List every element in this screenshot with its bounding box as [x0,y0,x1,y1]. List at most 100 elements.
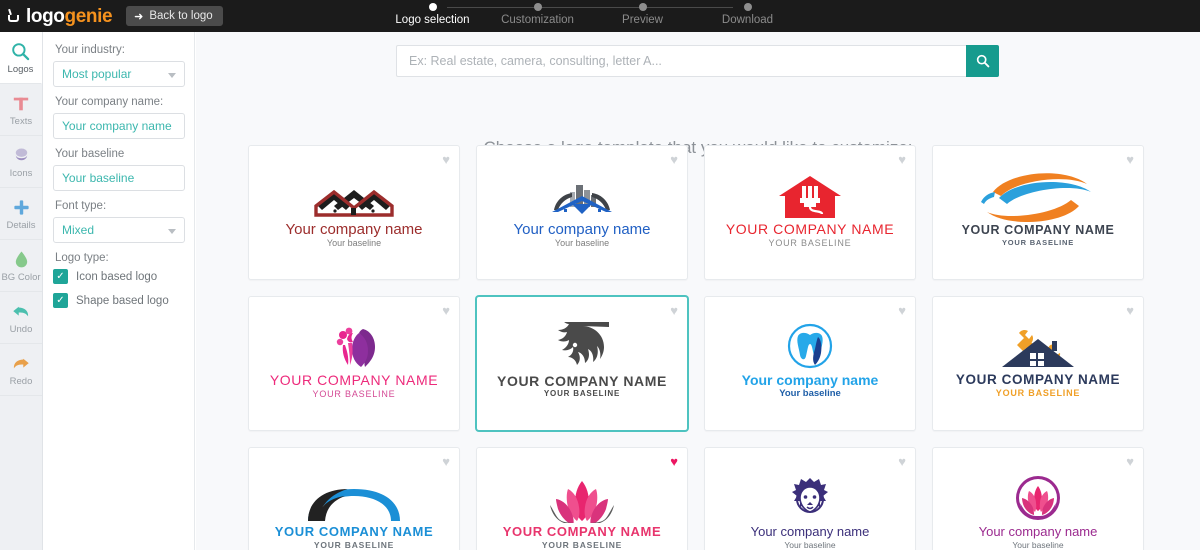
rail-item-label: Icons [9,167,33,179]
logo-template-card[interactable]: ♥ YOUR COMPANY NAME YOUR BASELINE [248,296,460,431]
font-type-label: Font type: [55,200,107,212]
rail-item-label: Logos [7,63,34,75]
baseline-value: Your baseline [62,171,135,185]
logo-preview: YOUR COMPANY NAME YOUR BASELINE [705,146,915,279]
rail-item-details[interactable]: Details [0,188,42,240]
search-icon [976,54,989,68]
rail-item-icons[interactable]: Icons [0,136,42,188]
logo-company-name: YOUR COMPANY NAME [269,372,439,389]
top-bar: logogenie ➜ Back to logo Logo selection … [0,0,1200,32]
logo-company-name: YOUR COMPANY NAME [502,523,662,539]
plus-icon [12,197,31,219]
company-name-value: Your company name [62,119,172,133]
step-logo-selection[interactable]: Logo selection [380,0,485,32]
rail-item-logos[interactable]: Logos [0,32,42,84]
logo-preview: YOUR COMPANY NAME YOUR BASELINE [477,448,687,550]
logo-company-name: Your company name [285,220,423,238]
logo-mark-lotus-hands-pink [542,475,622,523]
shapes-icon [12,145,31,167]
logo-type-checkbox-row[interactable]: ✓ Icon based logo [53,269,184,284]
logo-preview: YOUR COMPANY NAME YOUR BASELINE [477,297,687,430]
logo-template-card[interactable]: ♥ Your company name Your baseline [476,145,688,280]
logo-template-card[interactable]: ♥ YOUR COMPANY NAME YOUR BASELINE [476,447,688,550]
logo-baseline: Your baseline [779,388,841,400]
checkbox-checked[interactable]: ✓ [53,293,68,308]
search-button[interactable] [966,45,999,77]
logo-company-name: YOUR COMPANY NAME [274,523,434,539]
text-t-icon [12,93,30,115]
step-label: Download [721,14,774,26]
genie-lamp-icon [8,8,21,23]
back-to-logo-label: Back to logo [149,10,213,22]
logo-company-name: Your company name [978,523,1098,539]
logo-template-card[interactable]: ♥ YOUR COMPANY NAME YOUR BASELINE [704,145,916,280]
step-dot [638,3,647,11]
redo-arrow-icon [11,353,31,375]
logo-preview: YOUR COMPANY NAME YOUR BASELINE [933,297,1143,430]
logo-mark-swoosh-orange-blue [963,173,1113,222]
logo-mark-skyline-roof-blue [532,172,632,220]
rail-item-undo[interactable]: Undo [0,292,42,344]
options-sidebar: Your industry: Most popular Your company… [43,32,195,550]
rail-item-texts[interactable]: Texts [0,84,42,136]
logo-baseline: YOUR BASELINE [541,539,623,550]
logo-mark-lion-crown-purple [783,475,837,523]
logo-baseline: YOUR BASELINE [543,389,621,399]
logo-template-card[interactable]: ♥ YOUR COMPANY NAME YOUR BASELINE [476,296,688,431]
logo-type-label: Logo type: [55,252,109,264]
main-content: Choose a logo template that you would li… [196,32,1200,550]
logo-baseline: Your baseline [784,539,836,550]
logo-company-name: YOUR COMPANY NAME [497,372,667,389]
logo-company-name: Your company name [741,371,879,388]
logo-baseline: YOUR BASELINE [995,388,1081,399]
logo-mark-tooth-blue [780,323,840,371]
logo-template-card[interactable]: ♥ YOUR COMPANY NAME YOUR BASELINE [248,447,460,550]
step-label: Customization [501,14,574,26]
font-type-select[interactable]: Mixed [53,217,185,243]
company-name-label: Your company name: [55,96,164,108]
back-to-logo-button[interactable]: ➜ Back to logo [126,6,223,26]
logo-preview: Your company name Your baseline [933,448,1143,550]
progress-stepper: Logo selection Customization Preview Dow… [380,0,800,32]
logo-type-checkbox-row[interactable]: ✓ Shape based logo [53,293,184,308]
logo-template-card[interactable]: ♥ Your company name Your baseline [932,447,1144,550]
logo-template-card[interactable]: ♥ Your company name Your baseline [704,296,916,431]
undo-arrow-icon [11,301,31,323]
logo-template-card[interactable]: ♥ YOUR COMPANY NAME YOUR BASELINE [932,145,1144,280]
tool-rail: Logos Texts Icons Details BG Color Undo … [0,32,43,550]
baseline-input[interactable]: Your baseline [53,165,185,191]
company-name-input[interactable]: Your company name [53,113,185,139]
baseline-label: Your baseline [55,148,125,160]
logo-company-name: Your company name [750,523,870,539]
rail-item-label: BG Color [1,271,41,283]
step-dot [533,3,542,11]
step-customization[interactable]: Customization [485,0,590,32]
logogenie-brand[interactable]: logogenie [0,5,113,27]
rail-item-redo[interactable]: Redo [0,344,42,396]
chevron-down-icon [168,73,176,78]
step-download[interactable]: Download [695,0,800,32]
checkbox-label: Icon based logo [76,270,158,283]
step-preview[interactable]: Preview [590,0,695,32]
logo-mark-woman-flowers-pink [319,323,389,371]
logo-template-card[interactable]: ♥ Your company name Your baseline [704,447,916,550]
logo-mark-roof-tools-navy [988,323,1088,371]
logo-baseline: YOUR BASELINE [1001,237,1075,247]
logo-company-name: YOUR COMPANY NAME [961,222,1115,237]
brand-logo-text: logo [26,5,65,27]
logo-template-card[interactable]: ♥ Your company name Your baseline [248,145,460,280]
logo-baseline: Your baseline [554,238,610,249]
industry-label: Your industry: [55,44,125,56]
logo-template-card[interactable]: ♥ YOUR COMPANY NAME YOUR BASELINE [932,296,1144,431]
logo-preview: YOUR COMPANY NAME YOUR BASELINE [249,297,459,430]
logo-preview: Your company name Your baseline [477,146,687,279]
rail-item-bg-color[interactable]: BG Color [0,240,42,292]
search-bar [396,45,999,77]
industry-value: Most popular [62,67,132,81]
brand-genie-text: genie [64,5,113,27]
rail-item-label: Texts [9,115,33,127]
search-input[interactable] [396,45,966,77]
industry-select[interactable]: Most popular [53,61,185,87]
step-label: Logo selection [395,14,470,26]
checkbox-checked[interactable]: ✓ [53,269,68,284]
